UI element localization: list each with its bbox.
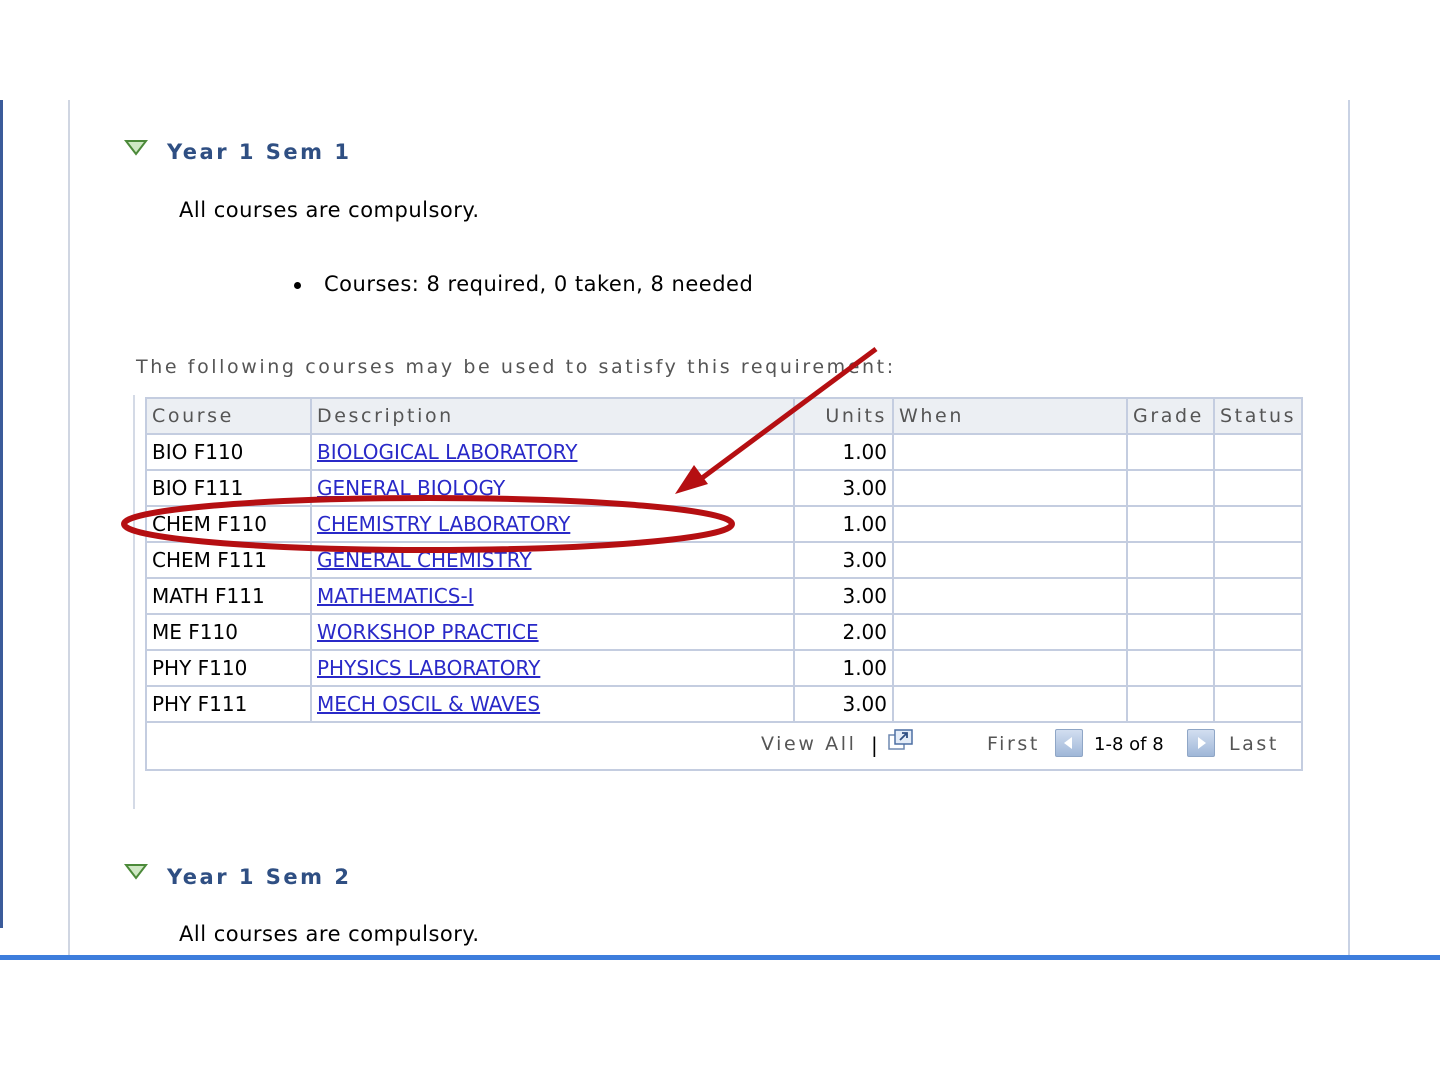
course-description-cell: PHYSICS LABORATORY xyxy=(310,649,795,687)
course-grade-cell xyxy=(1126,469,1215,507)
course-units-cell: 1.00 xyxy=(793,649,894,687)
table-row: CHEM F110 CHEMISTRY LABORATORY 1.00 xyxy=(145,505,1304,543)
course-description-cell: MECH OSCIL & WAVES xyxy=(310,685,795,723)
course-description-link[interactable]: PHYSICS LABORATORY xyxy=(317,656,540,680)
course-grade-cell xyxy=(1126,505,1215,543)
course-code-cell: PHY F111 xyxy=(145,685,312,723)
table-row: CHEM F111 GENERAL CHEMISTRY 3.00 xyxy=(145,541,1304,579)
course-when-cell xyxy=(892,469,1128,507)
grid-left-border xyxy=(133,395,135,809)
course-description-cell: CHEMISTRY LABORATORY xyxy=(310,505,795,543)
courses-table: Course Description Units When Grade Stat… xyxy=(144,397,1304,771)
course-code-cell: CHEM F110 xyxy=(145,505,312,543)
panel-left-border xyxy=(68,100,70,958)
course-status-cell xyxy=(1212,577,1304,615)
previous-page-button[interactable] xyxy=(1055,729,1083,757)
column-header-units: Units xyxy=(793,397,894,435)
view-all-link[interactable]: View All xyxy=(761,733,856,755)
course-description-link[interactable]: WORKSHOP PRACTICE xyxy=(317,620,539,644)
course-description-cell: BIOLOGICAL LABORATORY xyxy=(310,433,795,471)
course-status-cell xyxy=(1212,649,1304,687)
course-when-cell xyxy=(892,577,1128,615)
course-when-cell xyxy=(892,685,1128,723)
table-row: PHY F111 MECH OSCIL & WAVES 3.00 xyxy=(145,685,1304,723)
course-units-cell: 3.00 xyxy=(793,541,894,579)
course-units-cell: 1.00 xyxy=(793,505,894,543)
course-units-cell: 2.00 xyxy=(793,613,894,651)
course-status-cell xyxy=(1212,685,1304,723)
course-status-cell xyxy=(1212,469,1304,507)
course-when-cell xyxy=(892,433,1128,471)
table-row: PHY F110 PHYSICS LABORATORY 1.00 xyxy=(145,649,1304,687)
table-row: BIO F111 GENERAL BIOLOGY 3.00 xyxy=(145,469,1304,507)
table-header-row: Course Description Units When Grade Stat… xyxy=(145,397,1304,435)
collapse-section-1-icon[interactable] xyxy=(124,139,148,157)
page-range: 1-8 of 8 xyxy=(1094,734,1164,755)
requirement-summary: Courses: 8 required, 0 taken, 8 needed xyxy=(324,272,754,296)
course-description-link[interactable]: BIOLOGICAL LABORATORY xyxy=(317,440,577,464)
course-when-cell xyxy=(892,505,1128,543)
course-when-cell xyxy=(892,541,1128,579)
course-units-cell: 3.00 xyxy=(793,685,894,723)
next-page-button[interactable] xyxy=(1187,729,1215,757)
window-bottom-bar xyxy=(0,955,1440,960)
column-header-when: When xyxy=(892,397,1128,435)
page: Year 1 Sem 1 All courses are compulsory.… xyxy=(0,0,1440,1080)
course-code-cell: ME F110 xyxy=(145,613,312,651)
course-description-cell: MATHEMATICS-I xyxy=(310,577,795,615)
course-code-cell: MATH F111 xyxy=(145,577,312,615)
course-status-cell xyxy=(1212,613,1304,651)
course-description-cell: GENERAL BIOLOGY xyxy=(310,469,795,507)
course-description-cell: GENERAL CHEMISTRY xyxy=(310,541,795,579)
course-status-cell xyxy=(1212,433,1304,471)
section-2-title[interactable]: Year 1 Sem 2 xyxy=(167,865,351,889)
table-navigation: View All | First 1-8 of 8 Last xyxy=(148,724,1300,768)
course-description-link[interactable]: CHEMISTRY LABORATORY xyxy=(317,512,570,536)
course-grade-cell xyxy=(1126,613,1215,651)
course-description-link[interactable]: MATHEMATICS-I xyxy=(317,584,474,608)
table-footer-row: View All | First 1-8 of 8 Last xyxy=(144,721,1304,771)
course-grade-cell xyxy=(1126,541,1215,579)
panel-right-border xyxy=(1348,100,1350,958)
course-description-cell: WORKSHOP PRACTICE xyxy=(310,613,795,651)
course-grade-cell xyxy=(1126,577,1215,615)
course-when-cell xyxy=(892,613,1128,651)
column-header-grade: Grade xyxy=(1126,397,1215,435)
course-units-cell: 3.00 xyxy=(793,577,894,615)
last-link[interactable]: Last xyxy=(1229,733,1279,755)
course-units-cell: 1.00 xyxy=(793,433,894,471)
section-1-title[interactable]: Year 1 Sem 1 xyxy=(167,140,351,164)
section-1-note: All courses are compulsory. xyxy=(179,198,480,222)
course-description-link[interactable]: MECH OSCIL & WAVES xyxy=(317,692,540,716)
course-grade-cell xyxy=(1126,685,1215,723)
bullet-icon xyxy=(294,282,301,289)
course-code-cell: CHEM F111 xyxy=(145,541,312,579)
table-row: ME F110 WORKSHOP PRACTICE 2.00 xyxy=(145,613,1304,651)
column-header-course: Course xyxy=(145,397,312,435)
nav-separator: | xyxy=(871,733,878,757)
first-link[interactable]: First xyxy=(987,733,1040,755)
table-row: BIO F110 BIOLOGICAL LABORATORY 1.00 xyxy=(145,433,1304,471)
course-code-cell: BIO F111 xyxy=(145,469,312,507)
course-status-cell xyxy=(1212,505,1304,543)
course-description-link[interactable]: GENERAL BIOLOGY xyxy=(317,476,505,500)
table-row: MATH F111 MATHEMATICS-I 3.00 xyxy=(145,577,1304,615)
column-header-description: Description xyxy=(310,397,795,435)
table-caption: The following courses may be used to sat… xyxy=(136,356,896,378)
collapse-section-2-icon[interactable] xyxy=(124,863,148,881)
section-2-note: All courses are compulsory. xyxy=(179,922,480,946)
course-code-cell: PHY F110 xyxy=(145,649,312,687)
frame-left-border xyxy=(0,100,3,928)
course-grade-cell xyxy=(1126,649,1215,687)
course-units-cell: 3.00 xyxy=(793,469,894,507)
column-header-status: Status xyxy=(1212,397,1304,435)
course-status-cell xyxy=(1212,541,1304,579)
course-grade-cell xyxy=(1126,433,1215,471)
course-code-cell: BIO F110 xyxy=(145,433,312,471)
course-when-cell xyxy=(892,649,1128,687)
popout-icon[interactable] xyxy=(888,729,914,751)
course-description-link[interactable]: GENERAL CHEMISTRY xyxy=(317,548,532,572)
